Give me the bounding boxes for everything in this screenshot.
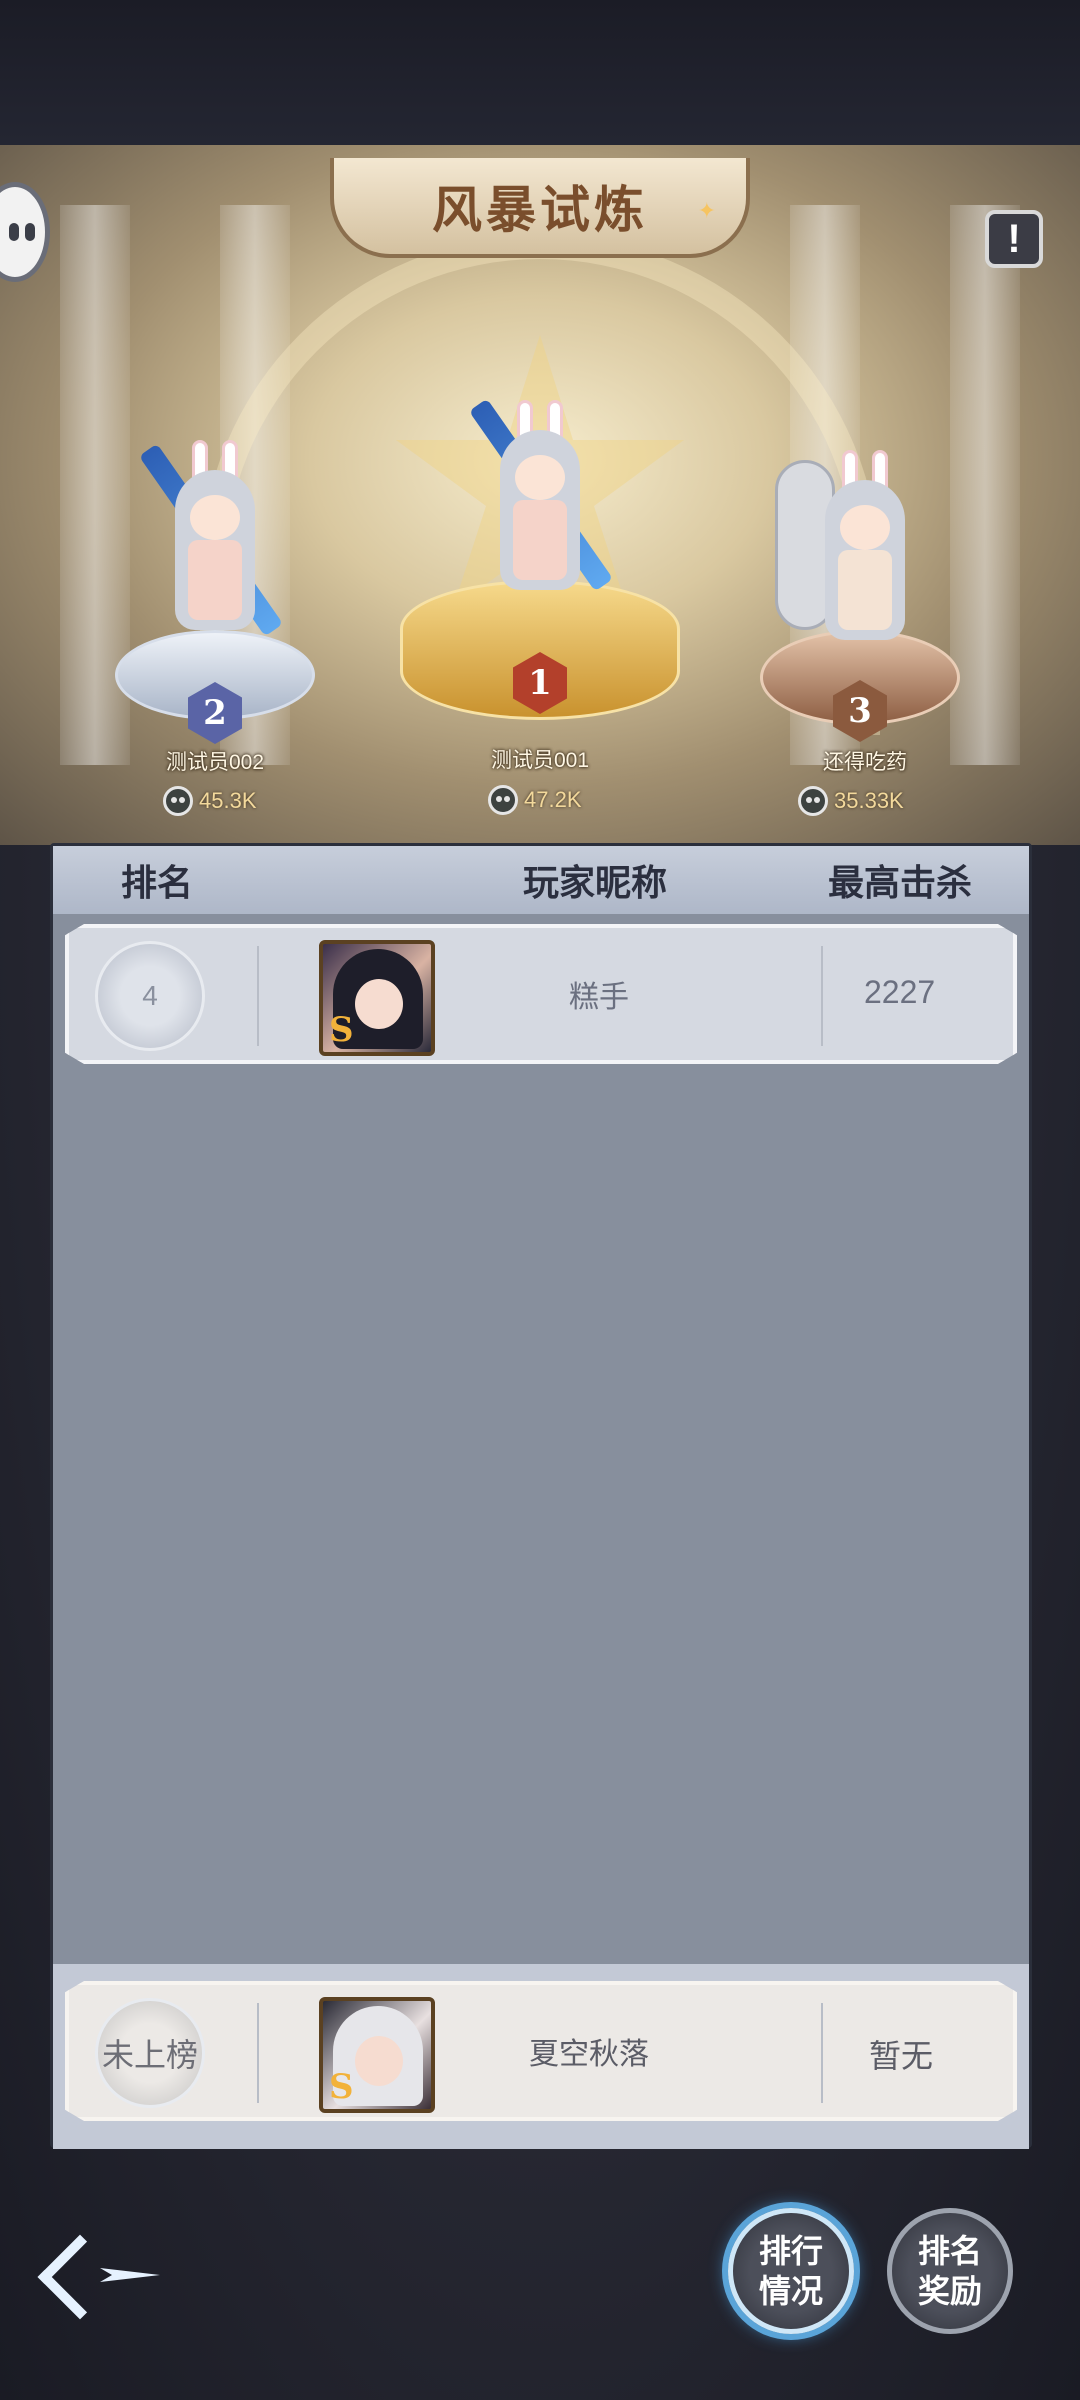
leaderboard-panel[interactable]: 排名 玩家昵称 最高击杀 4 S 糕手 2227 未上榜 S 夏空秋落 暂无 xyxy=(50,843,1032,2149)
ranking-status-button[interactable]: 排行 情况 xyxy=(728,2208,854,2334)
skull-icon xyxy=(163,786,193,816)
sparkle-icon: ✦ xyxy=(697,198,716,223)
character-sprite xyxy=(138,440,290,650)
top-band xyxy=(0,0,1080,145)
podium-1-score: 47.2K xyxy=(488,785,582,815)
title-plate: 风暴试炼 ✦ xyxy=(330,158,750,258)
self-row[interactable]: 未上榜 S 夏空秋落 暂无 xyxy=(65,1981,1017,2121)
self-player-name: 夏空秋落 xyxy=(529,2038,649,2071)
header-rank: 排名 xyxy=(121,862,194,903)
header-name: 玩家昵称 xyxy=(523,862,668,903)
leaderboard-header: 排名 玩家昵称 最高击杀 xyxy=(53,846,1029,914)
info-button[interactable]: ! xyxy=(985,210,1043,268)
avatar[interactable]: S xyxy=(319,940,435,1056)
header-kills: 最高击杀 xyxy=(828,862,973,903)
row-rank: 4 xyxy=(95,941,205,1051)
game-screen: 风暴试炼 ✦ ! 2 测试员002 45.3K 1 测试员001 47.2K 3… xyxy=(0,0,1080,2400)
character-sprite xyxy=(775,450,940,660)
self-rank: 未上榜 xyxy=(95,1998,205,2108)
podium-rank-1: 1 xyxy=(395,390,685,740)
skull-icon xyxy=(488,785,518,815)
row-kills: 2227 xyxy=(864,974,936,1010)
page-title: 风暴试炼 xyxy=(432,180,648,239)
table-row[interactable]: 4 S 糕手 2227 xyxy=(65,924,1017,1064)
podium-3-name: 还得吃药 xyxy=(823,751,907,774)
back-logo-icon[interactable] xyxy=(30,2232,170,2322)
chat-icon xyxy=(9,223,35,241)
ranking-reward-button[interactable]: 排名 奖励 xyxy=(887,2208,1013,2334)
self-avatar[interactable]: S xyxy=(319,1997,435,2113)
podium-2-score: 45.3K xyxy=(163,786,257,816)
podium-rank-2: 2 xyxy=(105,420,325,744)
row-player-name: 糕手 xyxy=(569,981,629,1014)
skull-icon xyxy=(798,786,828,816)
character-sprite xyxy=(465,398,615,610)
podium-1-name: 测试员001 xyxy=(490,749,590,772)
podium-rank-3: 3 xyxy=(750,430,970,742)
podium-2-name: 测试员002 xyxy=(165,751,265,774)
podium-3-score: 35.33K xyxy=(798,786,904,816)
self-kills: 暂无 xyxy=(869,2038,934,2074)
